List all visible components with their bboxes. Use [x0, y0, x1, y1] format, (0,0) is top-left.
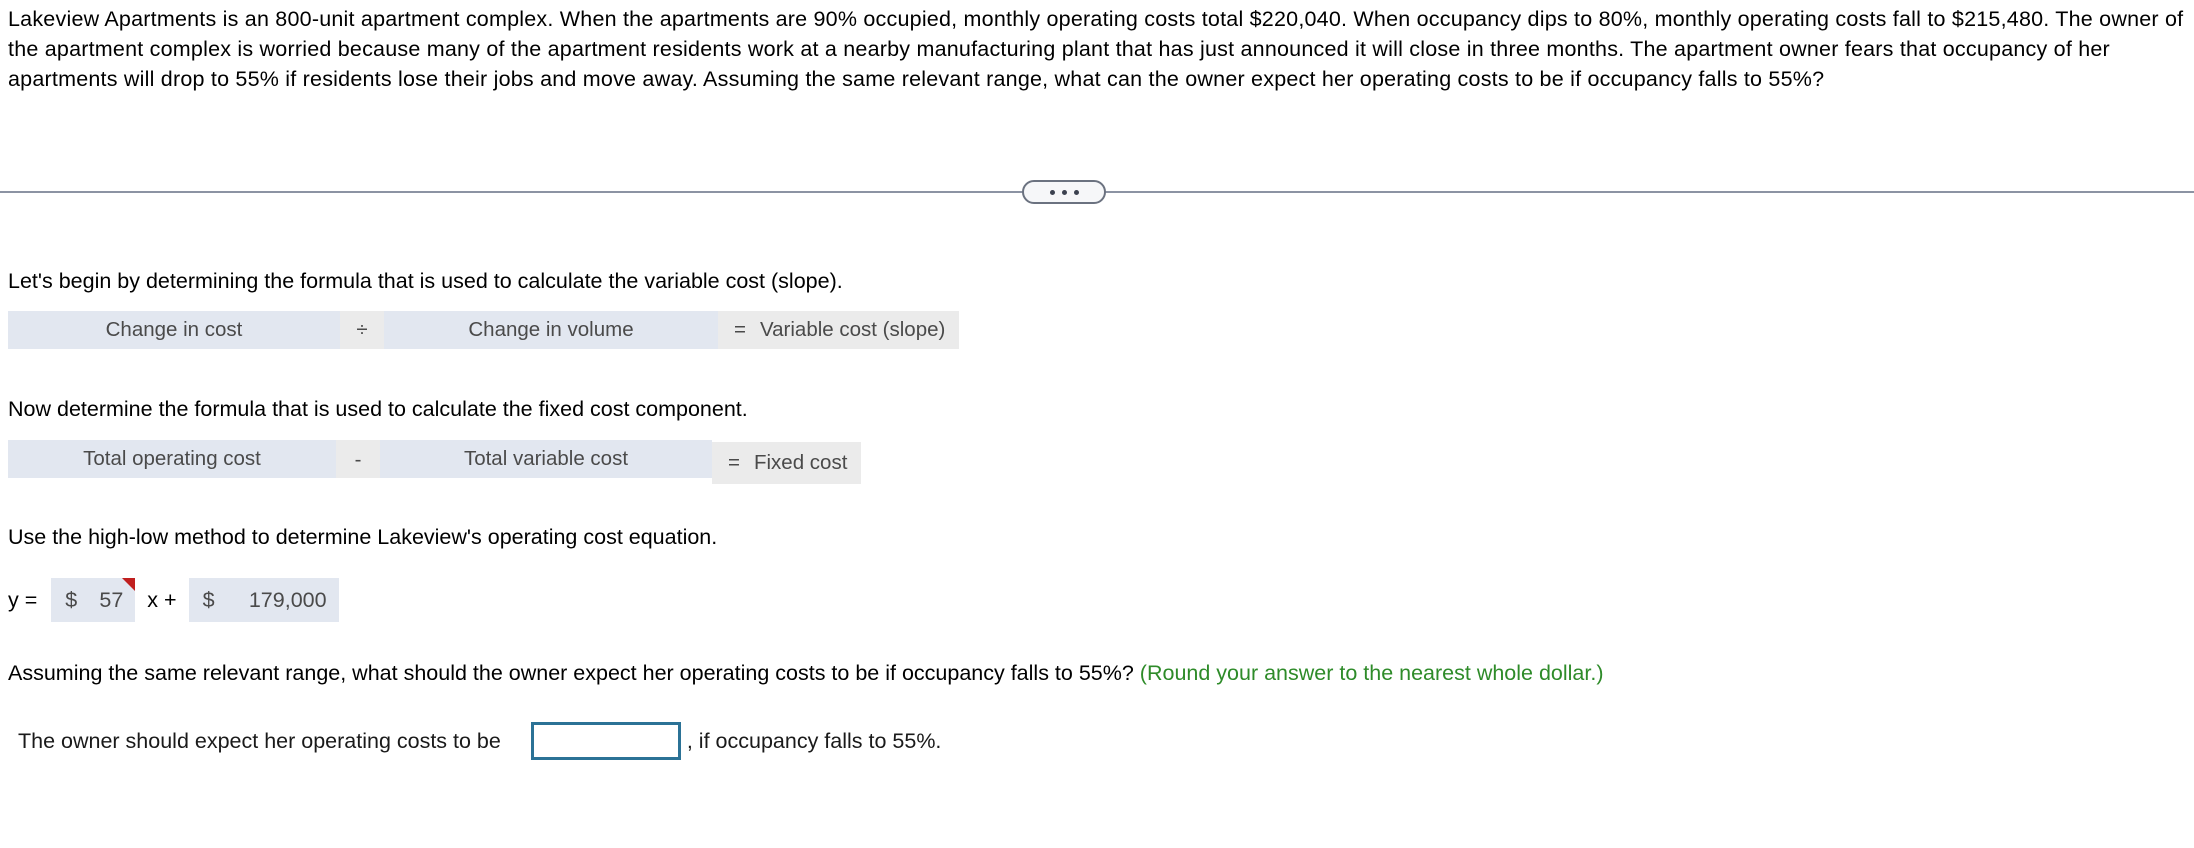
expand-collapse-ellipsis-button[interactable]	[1022, 180, 1106, 204]
intercept-value: 179,000	[248, 587, 327, 612]
formula1-term2-dropdown[interactable]: Change in volume	[384, 311, 718, 349]
ellipsis-dot-1	[1049, 189, 1055, 195]
intercept-currency-symbol: $	[202, 587, 215, 612]
incorrect-flag-icon	[122, 578, 136, 591]
slope-answer-field[interactable]: $ 57	[51, 578, 136, 622]
final-question-text: Assuming the same relevant range, what s…	[8, 661, 1134, 685]
section-divider	[0, 180, 2194, 204]
formula1-term1-dropdown[interactable]: Change in cost	[8, 311, 340, 349]
problem-statement: Lakeview Apartments is an 800-unit apart…	[8, 7, 2184, 91]
fixed-cost-formula-row: Total operating cost - Total variable co…	[8, 440, 862, 484]
formula1-result-group: = Variable cost (slope)	[718, 311, 960, 349]
formula2-result-group: = Fixed cost	[712, 442, 862, 484]
final-answer-row: The owner should expect her operating co…	[18, 718, 941, 764]
final-answer-tail-label: , if occupancy falls to 55%.	[686, 728, 942, 753]
ellipsis-dot-3	[1073, 189, 1079, 195]
slope-value: 57	[99, 587, 124, 612]
formula2-result-label: Fixed cost	[753, 451, 848, 474]
formula2-equals-sign: =	[728, 451, 740, 474]
operating-cost-equation-row: y = $ 57 x + $ 179,000	[8, 578, 339, 622]
formula1-result-label: Variable cost (slope)	[759, 318, 946, 341]
slope-currency-symbol: $	[65, 587, 78, 612]
intercept-answer-field[interactable]: $ 179,000	[188, 578, 339, 622]
step2-prompt: Now determine the formula that is used t…	[8, 397, 748, 421]
final-answer-input[interactable]	[530, 722, 681, 760]
formula1-equals-sign: =	[734, 318, 746, 341]
rounding-hint: (Round your answer to the nearest whole …	[1139, 661, 1604, 685]
formula1-operator: ÷	[340, 311, 384, 349]
variable-cost-formula-row: Change in cost ÷ Change in volume = Vari…	[8, 311, 960, 349]
formula2-term2-dropdown[interactable]: Total variable cost	[380, 440, 712, 478]
formula2-term1-dropdown[interactable]: Total operating cost	[8, 440, 336, 478]
equation-mid-label: x +	[147, 587, 177, 612]
step3-prompt: Use the high-low method to determine Lak…	[8, 525, 718, 549]
final-question-line: Assuming the same relevant range, what s…	[8, 659, 1604, 687]
step1-prompt: Let's begin by determining the formula t…	[8, 269, 843, 293]
equation-lead-label: y =	[8, 587, 38, 612]
final-answer-lead-label: The owner should expect her operating co…	[18, 728, 501, 753]
ellipsis-dot-2	[1061, 189, 1067, 195]
formula2-operator: -	[336, 440, 380, 478]
